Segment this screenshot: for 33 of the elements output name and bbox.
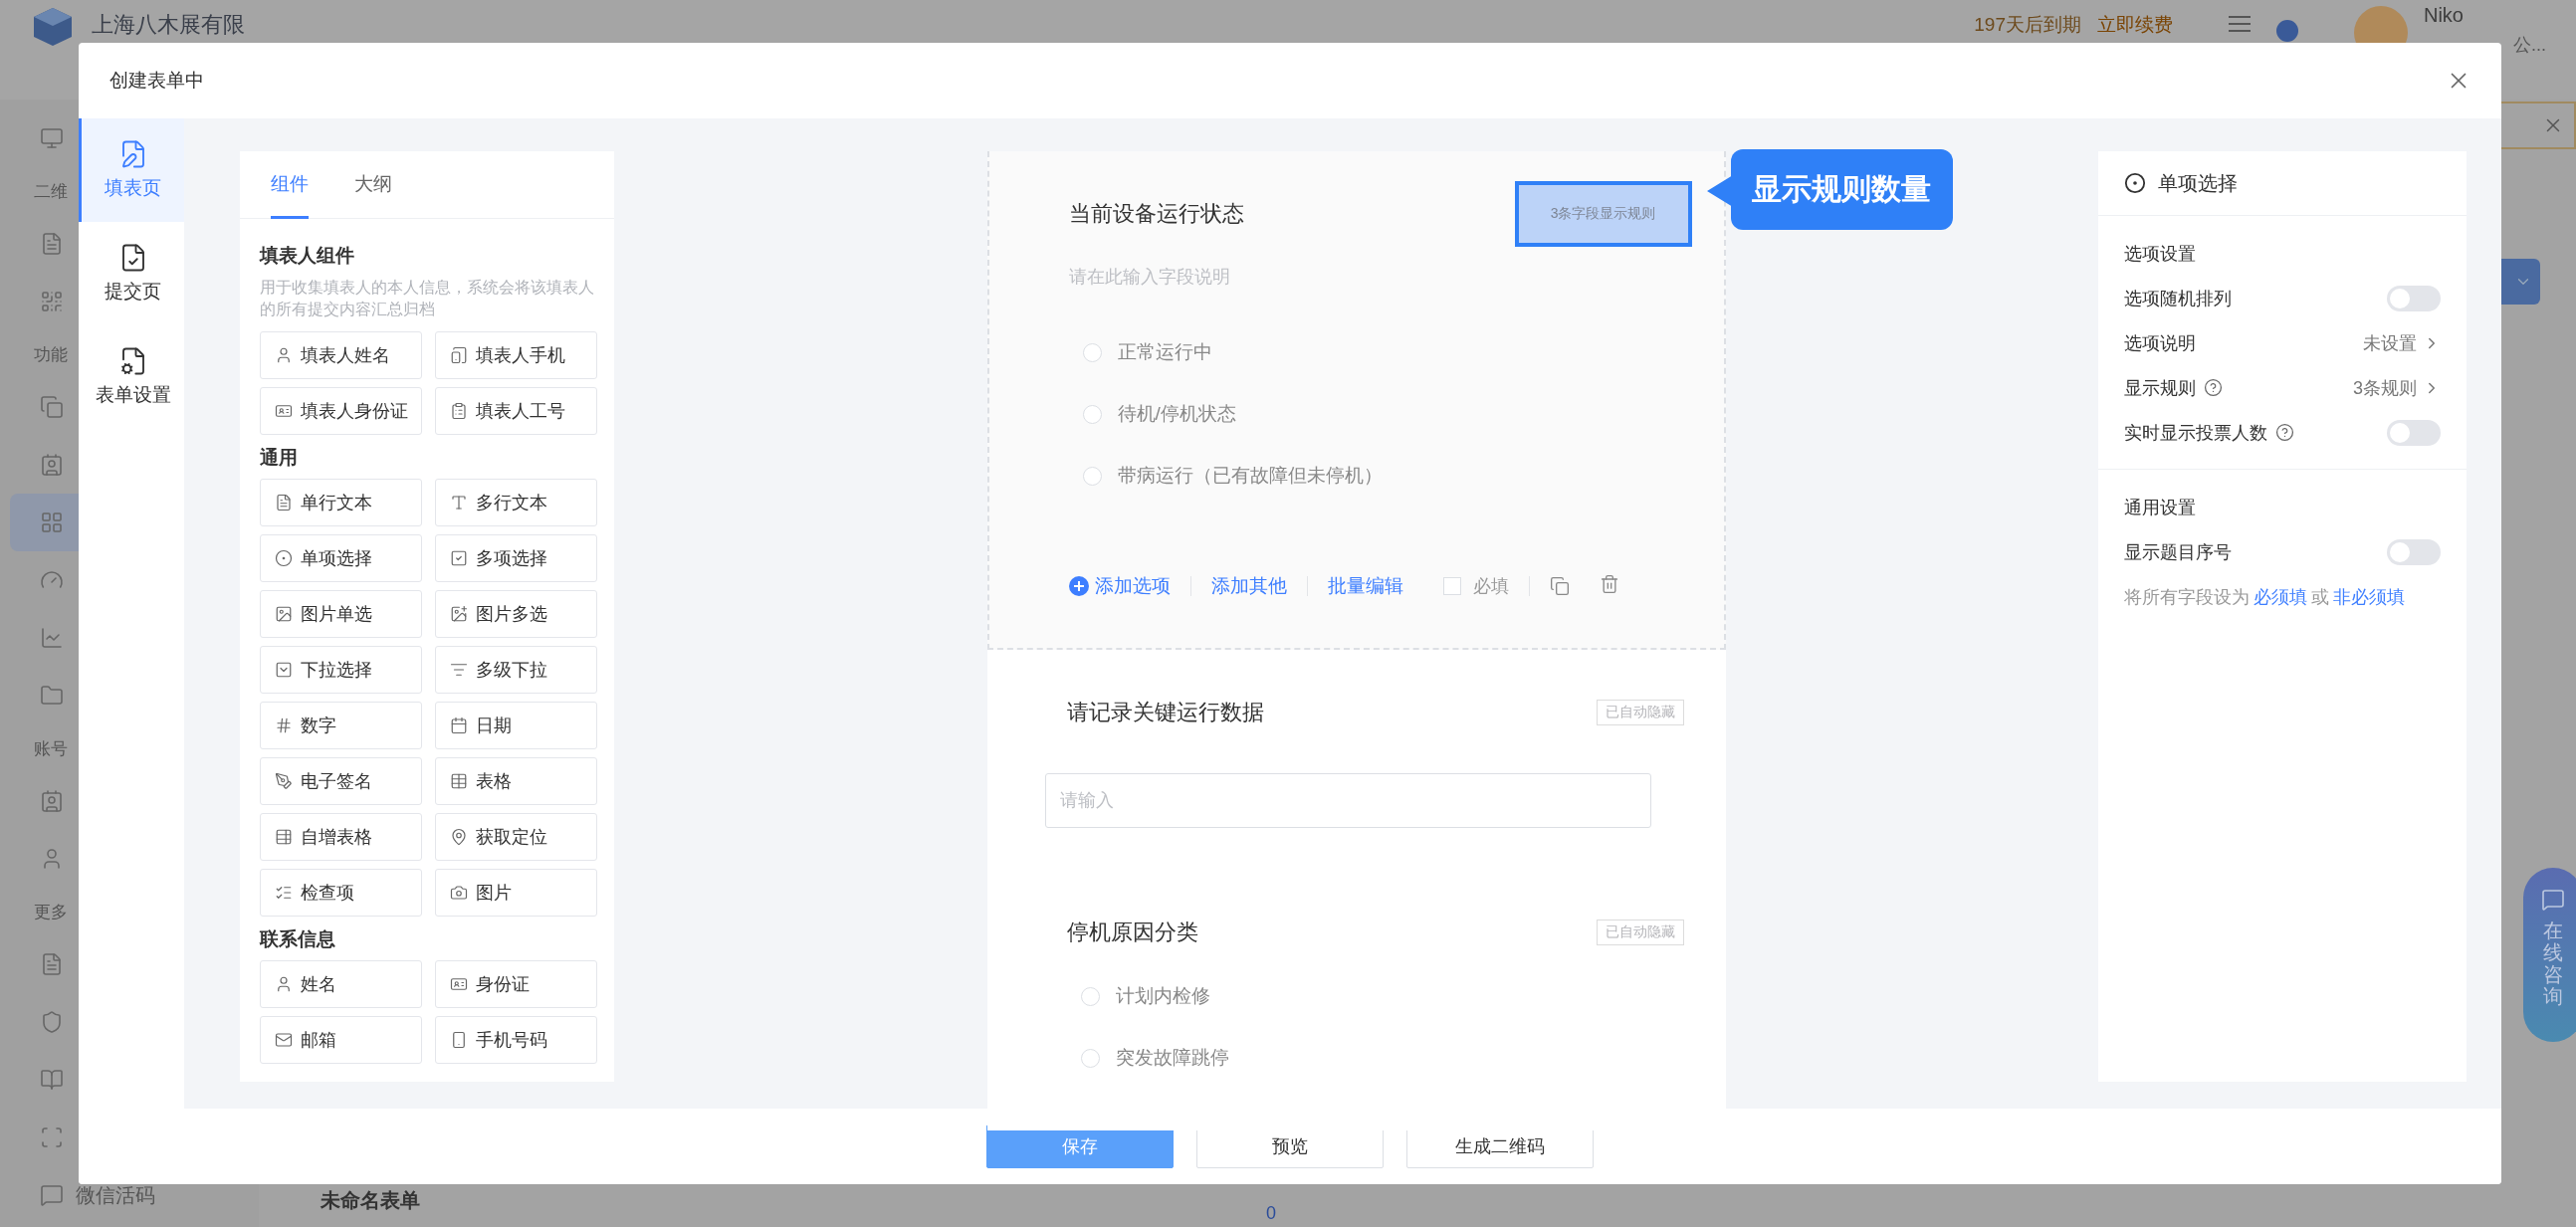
status-badge: 已自动隐藏: [1596, 920, 1684, 945]
sidebar-heading: 账号: [34, 737, 68, 760]
setting-label: 实时显示投票人数: [2124, 421, 2267, 445]
dialog-title: 创建表单中: [109, 69, 204, 93]
setting-label: 选项说明: [2124, 331, 2196, 355]
expiry-text: 197天后到期: [1974, 13, 2081, 37]
company-name: 上海八木展有限: [92, 11, 245, 39]
field-title: 当前设备运行状态: [1068, 200, 1244, 228]
organization-name: 公...: [2513, 34, 2546, 57]
group-title: 联系信息: [260, 927, 336, 952]
section-title: 通用设置: [2124, 497, 2197, 519]
group-title: 通用: [260, 446, 299, 471]
field-title: 请记录关键运行数据: [1066, 699, 1264, 726]
sidebar-label: 微信活码: [76, 1182, 155, 1208]
form-title: 未命名表单: [321, 1188, 420, 1213]
status-badge: 已自动隐藏: [1596, 700, 1684, 725]
note-text: 或: [2311, 585, 2329, 609]
section-title: 选项设置: [2124, 243, 2197, 266]
sidebar-heading: 二维: [34, 180, 68, 203]
note-text: 将所有字段设为: [2124, 585, 2250, 609]
highlighted-rule-badge: 3条字段显示规则: [1514, 181, 1692, 247]
sidebar-heading: 功能: [34, 343, 68, 366]
group-note: 用于收集填表人的本人信息，系统会将该填表人的所有提交内容汇总归档: [260, 278, 595, 319]
callout-label: 显示规则数量: [1730, 149, 1953, 230]
group-title: 填表人组件: [260, 244, 355, 268]
setting-label: 显示题目序号: [2124, 540, 2232, 564]
count-text: 0: [1266, 1203, 1276, 1224]
setting-label: 选项随机排列: [2124, 287, 2232, 310]
field-title: 停机原因分类: [1066, 919, 1198, 946]
setting-label: 显示规则: [2124, 376, 2196, 400]
sidebar-heading: 更多: [34, 901, 68, 923]
panel-title: 单项选择: [2158, 170, 2238, 196]
user-name: Niko: [2424, 4, 2465, 27]
